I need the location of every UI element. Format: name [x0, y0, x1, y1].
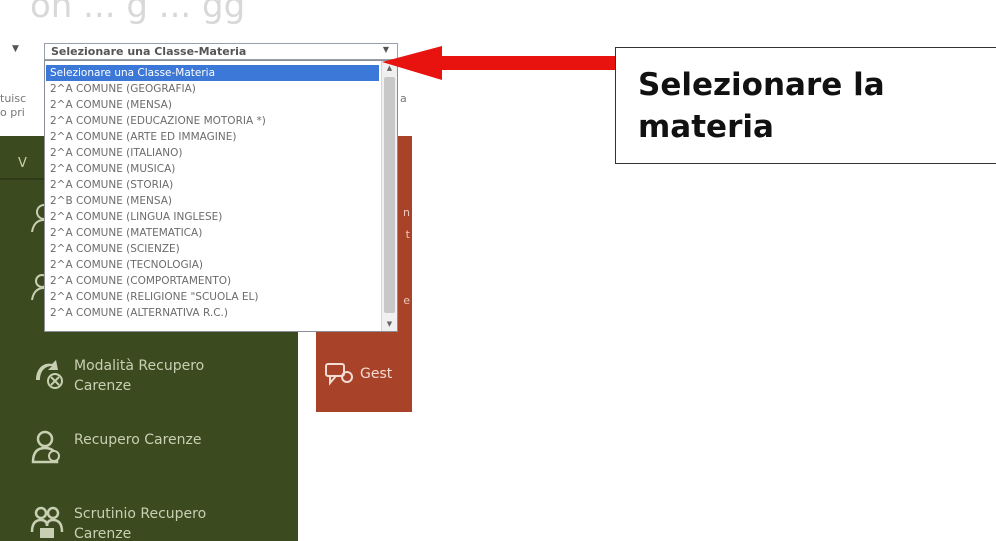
menu-item-label: Carenze — [74, 526, 132, 541]
scrollbar-thumb[interactable] — [384, 77, 395, 313]
menu-item-modalita-recupero[interactable]: Modalità Recupero Carenze — [30, 356, 204, 396]
page-header-faint: on ... g ... gg — [30, 0, 246, 26]
classe-materia-select[interactable]: Selezionare una Classe-Materia ▼ — [44, 43, 398, 60]
dropdown-option[interactable]: 2^A COMUNE (MENSA) — [46, 97, 379, 113]
tile-text-fragment: t — [405, 228, 410, 241]
background-text-fragment: tuisc — [0, 92, 27, 105]
menu-item-label: Modalità Recupero — [74, 358, 205, 374]
panel-header-letter: V — [18, 156, 27, 171]
classe-materia-dropdown-list[interactable]: Selezionare una Classe-Materia 2^A COMUN… — [44, 60, 398, 332]
dropdown-option[interactable]: 2^A COMUNE (TECNOLOGIA) — [46, 257, 379, 273]
dropdown-option[interactable]: 2^A COMUNE (ALTERNATIVA R.C.) — [46, 305, 379, 321]
red-arrow-icon — [382, 46, 618, 80]
callout-line: materia — [638, 109, 774, 145]
select-current-value: Selezionare una Classe-Materia — [51, 45, 247, 58]
callout-line: Selezionare la — [638, 67, 885, 103]
user-recovery-icon — [31, 430, 60, 464]
dropdown-option[interactable]: 2^A COMUNE (ARTE ED IMMAGINE) — [46, 129, 379, 145]
recovery-mode-icon — [36, 360, 63, 389]
dropdown-scrollbar[interactable]: ▲ ▼ — [381, 61, 397, 331]
tile-gest[interactable]: Gest — [324, 361, 392, 387]
dropdown-option[interactable]: 2^A COMUNE (EDUCAZIONE MOTORIA *) — [46, 113, 379, 129]
dropdown-option[interactable]: 2^A COMUNE (STORIA) — [46, 177, 379, 193]
tile-text-fragment: n — [403, 206, 410, 219]
background-text-fragment: o pri — [0, 106, 25, 119]
menu-item-scrutinio-recupero[interactable]: Scrutinio Recupero Carenze — [30, 504, 206, 541]
dropdown-option[interactable]: 2^A COMUNE (SCIENZE) — [46, 241, 379, 257]
manage-icon — [325, 363, 353, 386]
scroll-down-icon[interactable]: ▼ — [382, 317, 397, 331]
dropdown-option[interactable]: 2^A COMUNE (COMPORTAMENTO) — [46, 273, 379, 289]
group-scrutiny-icon — [30, 506, 64, 538]
dropdown-option[interactable]: 2^A COMUNE (ITALIANO) — [46, 145, 379, 161]
menu-item-label: Carenze — [74, 378, 132, 394]
dropdown-option[interactable]: 2^B COMUNE (MENSA) — [46, 193, 379, 209]
collapse-arrow-icon[interactable]: ▼ — [12, 44, 19, 54]
instruction-callout: Selezionare la materia — [615, 47, 996, 164]
menu-item-recupero-carenze[interactable]: Recupero Carenze — [30, 430, 202, 464]
dropdown-option[interactable]: 2^A COMUNE (LINGUA INGLESE) — [46, 209, 379, 225]
menu-item-label: Recupero Carenze — [74, 432, 202, 448]
dropdown-option[interactable]: 2^A COMUNE (MUSICA) — [46, 161, 379, 177]
screenshot-root: on ... g ... gg ▼ tuisc o pri a V Modali… — [0, 0, 996, 541]
dropdown-option[interactable]: 2^A COMUNE (GEOGRAFIA) — [46, 81, 379, 97]
dropdown-option[interactable]: 2^A COMUNE (RELIGIONE "SCUOLA EL) — [46, 289, 379, 305]
background-text-fragment: a — [400, 92, 407, 105]
dropdown-option[interactable]: Selezionare una Classe-Materia — [46, 65, 379, 81]
dropdown-option[interactable]: 2^A COMUNE (MATEMATICA) — [46, 225, 379, 241]
tile-label: Gest — [360, 366, 393, 382]
menu-item-label: Scrutinio Recupero — [74, 506, 207, 522]
tile-text-fragment: e — [403, 294, 410, 307]
